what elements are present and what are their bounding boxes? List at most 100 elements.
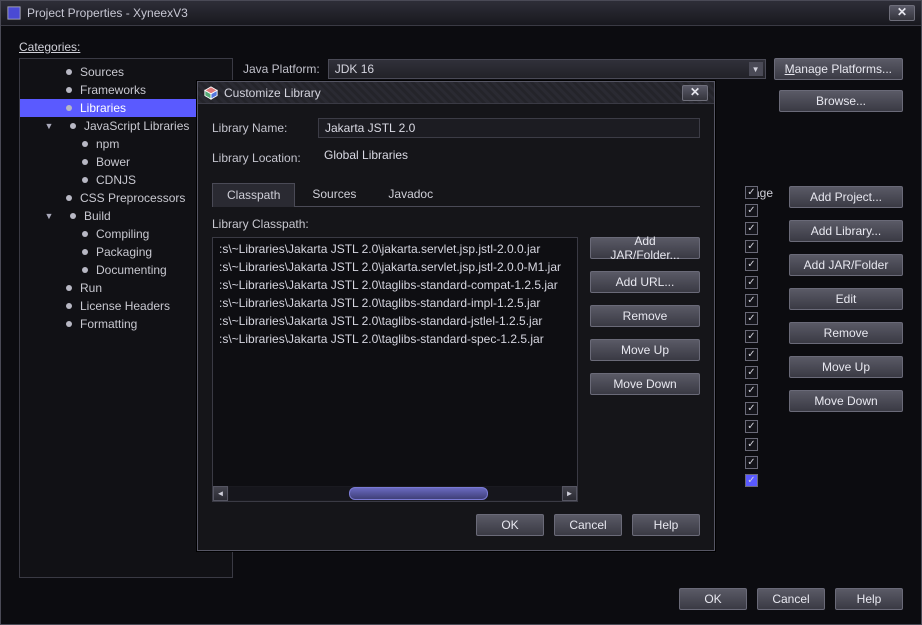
cancel-button[interactable]: Cancel: [757, 588, 825, 610]
library-classpath-label: Library Classpath:: [212, 217, 700, 231]
tab-sources[interactable]: Sources: [297, 182, 371, 206]
edit-button[interactable]: Edit: [789, 288, 903, 310]
bullet-icon: [66, 87, 72, 93]
dlg-add-url-button[interactable]: Add URL...: [590, 271, 700, 293]
add-jar-folder-button[interactable]: Add JAR/Folder: [789, 254, 903, 276]
categories-label: Categories:: [19, 40, 903, 54]
tree-item-label: CSS Preprocessors: [80, 189, 185, 207]
bullet-icon: [82, 159, 88, 165]
scroll-left-icon[interactable]: ◄: [213, 486, 228, 501]
checkbox[interactable]: ✓: [745, 222, 758, 235]
checkbox[interactable]: ✓: [745, 420, 758, 433]
classpath-list[interactable]: :s\~Libraries\Jakarta JSTL 2.0\jakarta.s…: [212, 237, 578, 502]
bullet-icon: [66, 321, 72, 327]
tree-item-label: License Headers: [80, 297, 170, 315]
checkbox[interactable]: ✓: [745, 366, 758, 379]
dlg-remove-button[interactable]: Remove: [590, 305, 700, 327]
classpath-entry[interactable]: :s\~Libraries\Jakarta JSTL 2.0\taglibs-s…: [213, 312, 577, 330]
checkbox[interactable]: ✓: [745, 348, 758, 361]
scrollbar-track[interactable]: [229, 487, 561, 500]
add-library-button[interactable]: Add Library...: [789, 220, 903, 242]
tree-item-label: Libraries: [80, 99, 126, 117]
checkbox[interactable]: ✓: [745, 276, 758, 289]
bullet-icon: [66, 105, 72, 111]
scrollbar-thumb[interactable]: [349, 487, 488, 500]
classpath-entry[interactable]: :s\~Libraries\Jakarta JSTL 2.0\taglibs-s…: [213, 294, 577, 312]
tab-javadoc[interactable]: Javadoc: [373, 182, 448, 206]
checkbox[interactable]: ✓: [745, 438, 758, 451]
checkbox[interactable]: ✓: [745, 294, 758, 307]
classpath-entry[interactable]: :s\~Libraries\Jakarta JSTL 2.0\taglibs-s…: [213, 330, 577, 348]
checkbox[interactable]: ✓: [745, 312, 758, 325]
customize-library-dialog: Customize Library ✕ Library Name: Librar…: [197, 81, 715, 551]
java-platform-label: Java Platform:: [243, 62, 320, 76]
twisty-icon: ▼: [44, 207, 54, 225]
tree-item-label: JavaScript Libraries: [84, 117, 189, 135]
checkbox[interactable]: ✓: [745, 204, 758, 217]
tree-item-label: Sources: [80, 63, 124, 81]
tree-item-label: Compiling: [96, 225, 149, 243]
library-name-field[interactable]: [318, 118, 700, 138]
bullet-icon: [66, 195, 72, 201]
classpath-entry[interactable]: :s\~Libraries\Jakarta JSTL 2.0\taglibs-s…: [213, 276, 577, 294]
main-dialog-buttons: OK Cancel Help: [679, 588, 903, 610]
checkbox-selected[interactable]: ✓: [745, 474, 758, 487]
dlg-help-button[interactable]: Help: [632, 514, 700, 536]
java-platform-value: JDK 16: [335, 62, 374, 76]
checkbox[interactable]: ✓: [745, 456, 758, 469]
browse-button[interactable]: Browse...: [779, 90, 903, 112]
bullet-icon: [66, 303, 72, 309]
classpath-entry[interactable]: :s\~Libraries\Jakarta JSTL 2.0\jakarta.s…: [213, 258, 577, 276]
tree-item-label: Packaging: [96, 243, 152, 261]
tree-item-label: Run: [80, 279, 102, 297]
dlg-cancel-button[interactable]: Cancel: [554, 514, 622, 536]
dlg-move-down-button[interactable]: Move Down: [590, 373, 700, 395]
library-location-label: Library Location:: [212, 151, 308, 165]
checkbox[interactable]: ✓: [745, 330, 758, 343]
dialog-buttons: OK Cancel Help: [212, 514, 700, 536]
bullet-icon: [82, 177, 88, 183]
tab-classpath[interactable]: Classpath: [212, 183, 295, 207]
dlg-ok-button[interactable]: OK: [476, 514, 544, 536]
window-title: Project Properties - XyneexV3: [27, 6, 889, 20]
checkbox[interactable]: ✓: [745, 186, 758, 199]
checkbox[interactable]: ✓: [745, 240, 758, 253]
twisty-icon: ▼: [44, 117, 54, 135]
bullet-icon: [82, 231, 88, 237]
ok-button[interactable]: OK: [679, 588, 747, 610]
window-titlebar: Project Properties - XyneexV3 ✕: [1, 1, 921, 26]
java-platform-combo[interactable]: JDK 16 ▼: [328, 59, 766, 79]
classpath-entry[interactable]: :s\~Libraries\Jakarta JSTL 2.0\jakarta.s…: [213, 240, 577, 258]
window-close-button[interactable]: ✕: [889, 5, 915, 21]
bullet-icon: [70, 123, 76, 129]
move-down-button[interactable]: Move Down: [789, 390, 903, 412]
compile-buttons-panel: Add Project... Add Library... Add JAR/Fo…: [789, 186, 903, 412]
bullet-icon: [66, 69, 72, 75]
help-button[interactable]: Help: [835, 588, 903, 610]
bullet-icon: [66, 285, 72, 291]
project-properties-window: Project Properties - XyneexV3 ✕ Categori…: [0, 0, 922, 625]
add-project-button[interactable]: Add Project...: [789, 186, 903, 208]
library-location-value: Global Libraries: [318, 148, 700, 168]
package-checkbox-column: ✓ ✓ ✓ ✓ ✓ ✓ ✓ ✓ ✓ ✓ ✓ ✓ ✓ ✓ ✓ ✓ ✓: [745, 186, 765, 492]
tree-item-label: Build: [84, 207, 111, 225]
tree-item-label: Documenting: [96, 261, 167, 279]
remove-button[interactable]: Remove: [789, 322, 903, 344]
move-up-button[interactable]: Move Up: [789, 356, 903, 378]
checkbox[interactable]: ✓: [745, 258, 758, 271]
checkbox[interactable]: ✓: [745, 384, 758, 397]
dialog-title: Customize Library: [224, 86, 682, 100]
scroll-right-icon[interactable]: ►: [562, 486, 577, 501]
bullet-icon: [82, 267, 88, 273]
dlg-move-up-button[interactable]: Move Up: [590, 339, 700, 361]
library-tabs: Classpath Sources Javadoc: [212, 182, 700, 207]
dlg-add-jar-button[interactable]: Add JAR/Folder...: [590, 237, 700, 259]
dialog-close-button[interactable]: ✕: [682, 85, 708, 101]
classpath-buttons-panel: Add JAR/Folder... Add URL... Remove Move…: [590, 237, 700, 502]
manage-platforms-button[interactable]: Manage Platforms...: [774, 58, 903, 80]
checkbox[interactable]: ✓: [745, 402, 758, 415]
chevron-down-icon: ▼: [749, 62, 763, 76]
horizontal-scrollbar[interactable]: ◄ ►: [213, 486, 577, 501]
tree-item-label: Frameworks: [80, 81, 146, 99]
tree-item-sources[interactable]: Sources: [20, 63, 232, 81]
